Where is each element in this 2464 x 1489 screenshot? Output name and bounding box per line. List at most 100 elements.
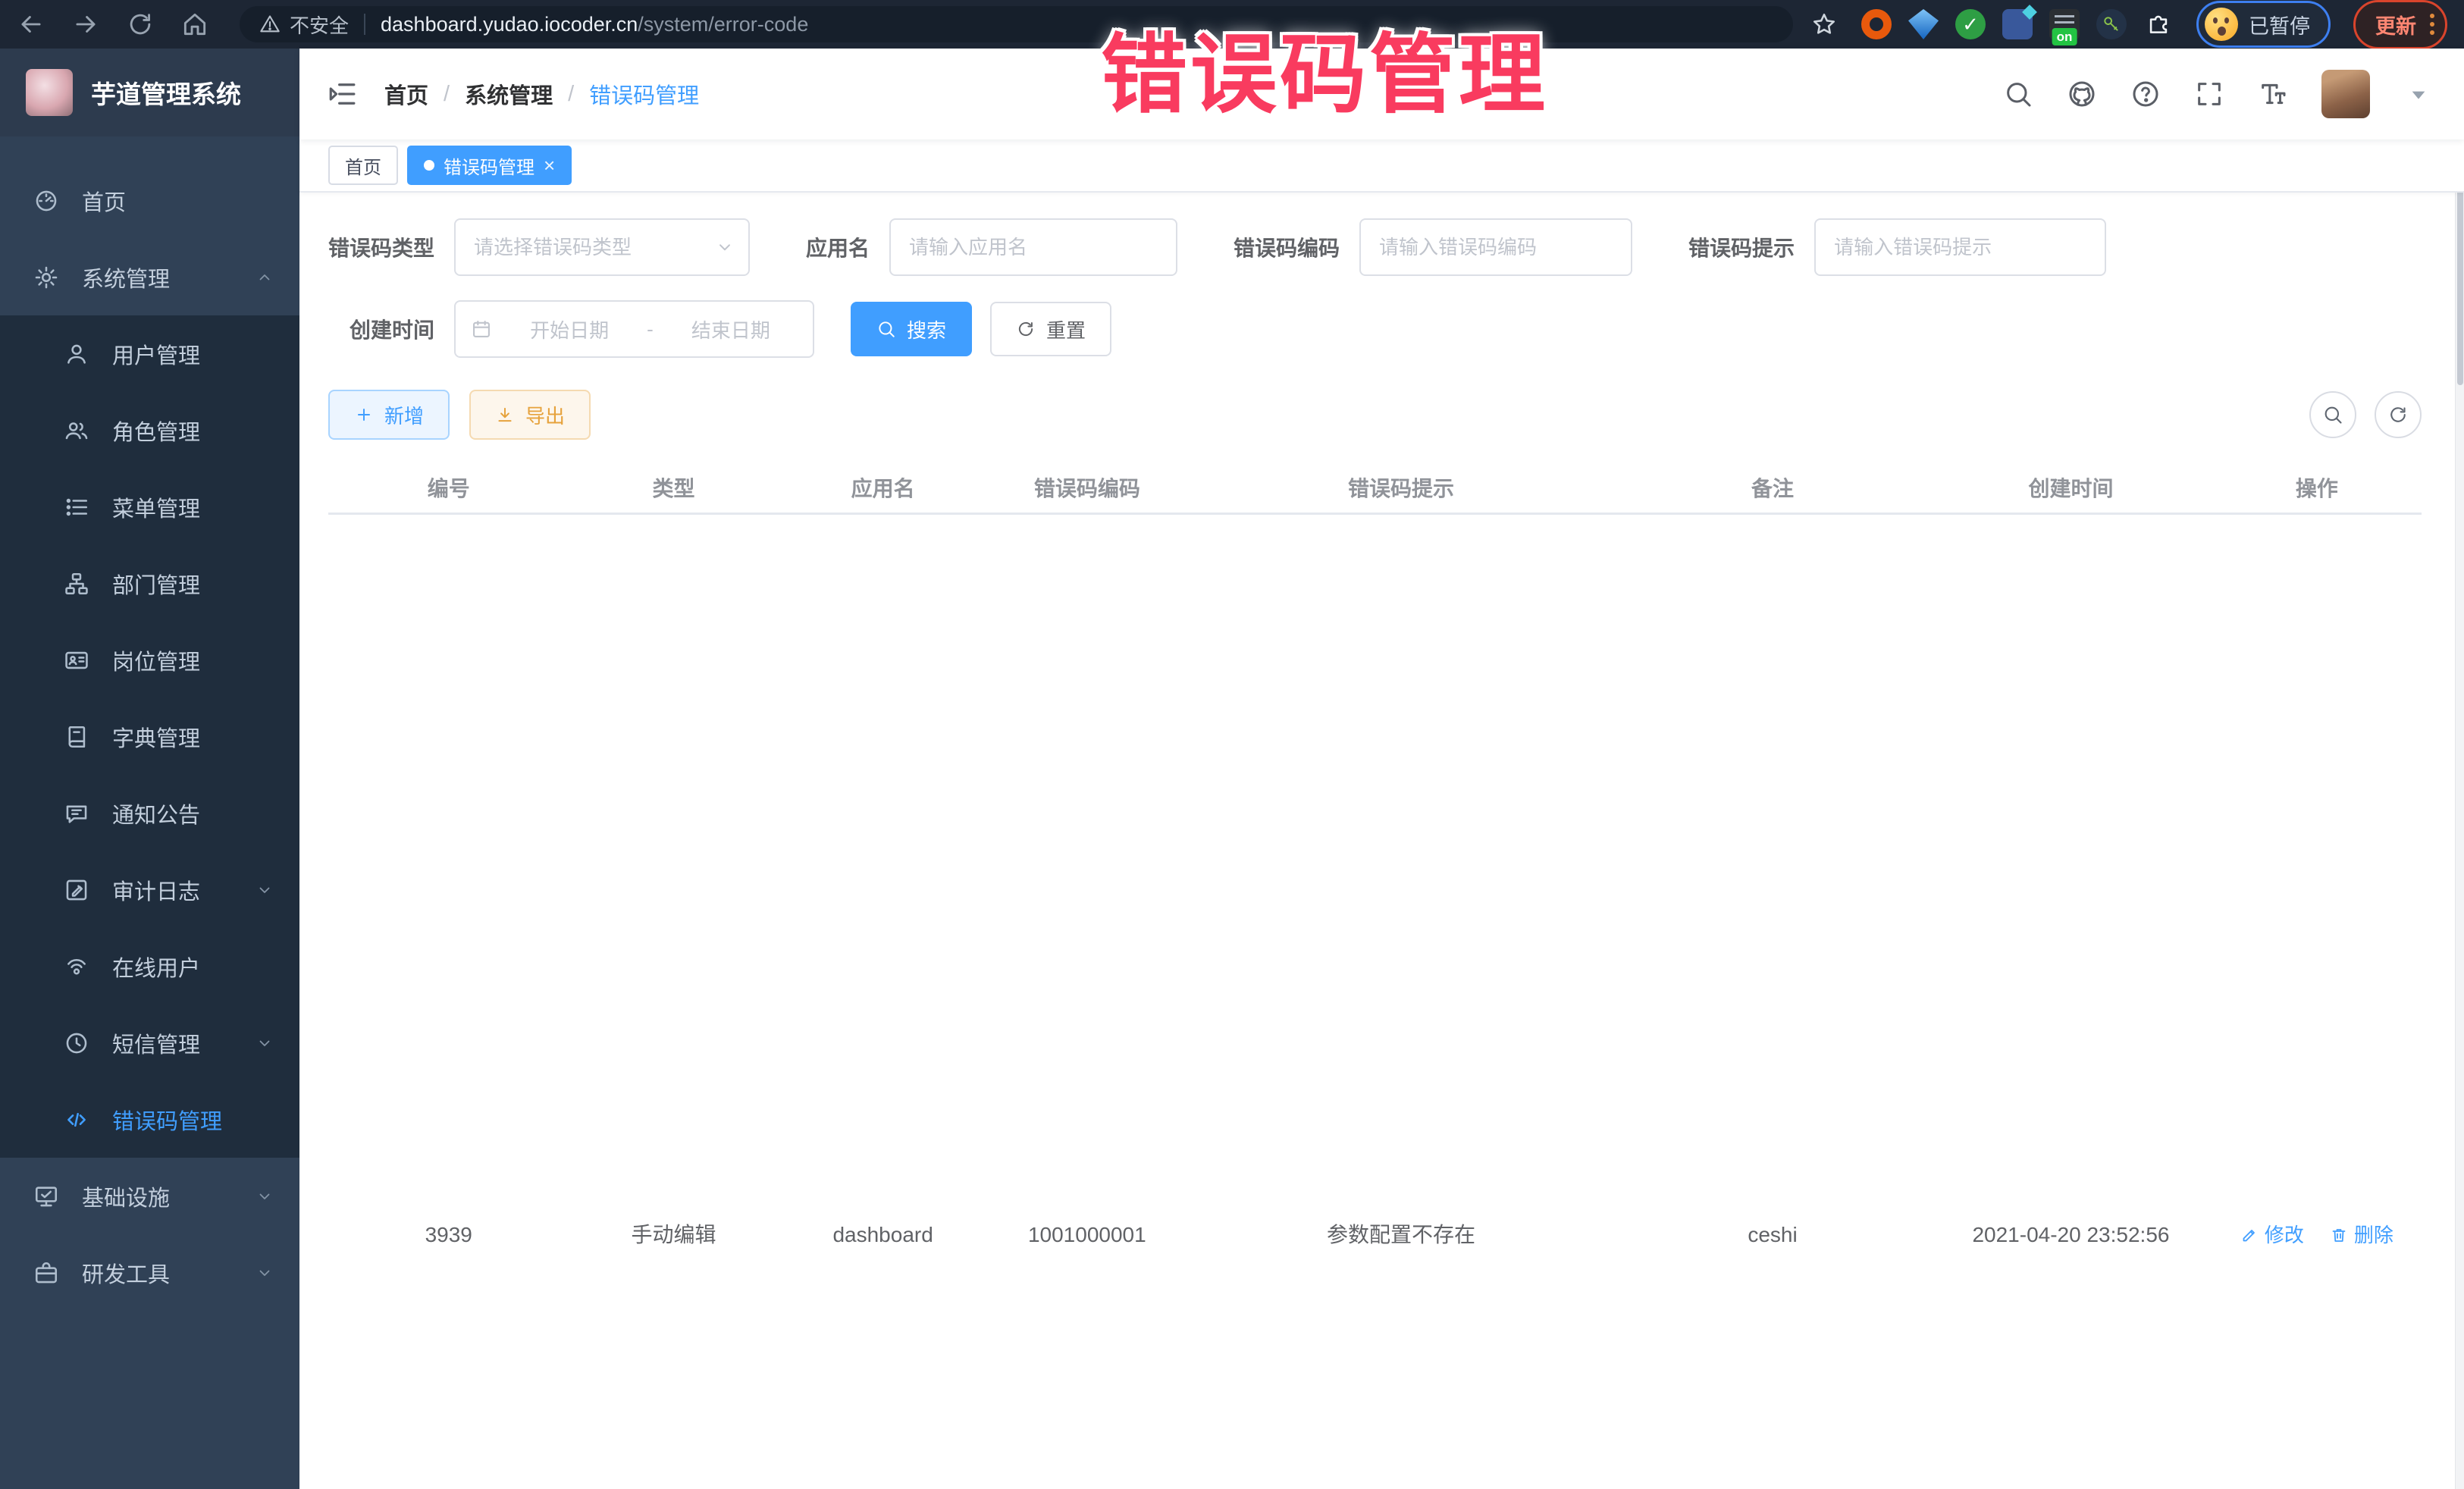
sidebar-item-online-user[interactable]: 在线用户 xyxy=(0,928,299,1005)
dictionary-icon xyxy=(64,724,89,750)
sidebar-item-error-code[interactable]: 错误码管理 xyxy=(0,1081,299,1158)
sidebar-item-label: 基础设施 xyxy=(82,1180,170,1212)
extension-key-icon[interactable] xyxy=(2096,9,2127,39)
profile-paused-badge: 已暂停 xyxy=(2249,10,2310,39)
id-card-icon xyxy=(64,647,89,673)
extension-green-check-icon[interactable]: ✓ xyxy=(1955,9,1986,39)
tags-bar: 首页错误码管理× xyxy=(299,139,2464,193)
sidebar-item-sms[interactable]: 短信管理 xyxy=(0,1005,299,1081)
address-bar[interactable]: 不安全 dashboard.yudao.iocoder.cn /system/e… xyxy=(240,6,1793,42)
filter-type-input[interactable] xyxy=(454,218,750,276)
filter-app-input[interactable] xyxy=(889,218,1177,276)
sidebar-item-announcement[interactable]: 通知公告 xyxy=(0,775,299,851)
extension-blue-puzzle-icon[interactable] xyxy=(2002,9,2033,39)
edit-link-label: 修改 xyxy=(2265,1221,2304,1250)
breadcrumb-item[interactable]: 首页 xyxy=(384,78,428,110)
reset-button[interactable]: 重置 xyxy=(990,302,1111,356)
sidebar-item-users[interactable]: 角色管理 xyxy=(0,392,299,469)
sidebar-item-label: 在线用户 xyxy=(112,951,200,983)
user-avatar[interactable] xyxy=(2321,70,2370,118)
search-button[interactable]: 搜索 xyxy=(851,302,972,356)
browser-reload-icon[interactable] xyxy=(126,10,155,39)
sidebar-logo[interactable]: 芋道管理系统 xyxy=(0,49,299,136)
avatar-caret-down-icon[interactable] xyxy=(2403,79,2434,109)
extension-orange-ring-icon[interactable] xyxy=(1861,9,1892,39)
edit-link[interactable]: 修改 xyxy=(2240,1221,2304,1250)
delete-link[interactable]: 删除 xyxy=(2330,1221,2393,1250)
sidebar-item-id-card[interactable]: 岗位管理 xyxy=(0,622,299,698)
sidebar-item-label: 部门管理 xyxy=(112,568,200,600)
sidebar-item-dashboard[interactable]: 首页 xyxy=(0,162,299,239)
cell-id: 3939 xyxy=(328,515,569,1489)
sidebar-item-menu-list[interactable]: 菜单管理 xyxy=(0,469,299,545)
browser-update-button[interactable]: 更新 xyxy=(2353,0,2447,49)
cell-actions: 修改删除 xyxy=(2212,515,2422,1489)
breadcrumb-item[interactable]: 错误码管理 xyxy=(589,78,699,110)
sidebar-item-label: 审计日志 xyxy=(112,874,200,906)
browser-menu-dots-icon[interactable] xyxy=(2430,14,2434,35)
add-button[interactable]: 新增 xyxy=(328,390,450,440)
sidebar-item-label: 字典管理 xyxy=(112,721,200,753)
browser-home-icon[interactable] xyxy=(180,10,209,39)
chevron-up-icon xyxy=(255,268,274,287)
app-frame: 芋道管理系统 首页系统管理用户管理角色管理菜单管理部门管理岗位管理字典管理通知公… xyxy=(0,49,2464,1489)
column-header: 类型 xyxy=(569,472,779,503)
export-button[interactable]: 导出 xyxy=(469,390,591,440)
extension-dark-icon[interactable]: on xyxy=(2049,9,2080,39)
sidebar-item-infrastructure[interactable]: 基础设施 xyxy=(0,1158,299,1234)
sidebar-collapse-icon[interactable] xyxy=(327,78,359,110)
sidebar-item-dev-tools[interactable]: 研发工具 xyxy=(0,1234,299,1311)
date-range-picker[interactable]: 开始日期 - 结束日期 xyxy=(454,300,814,358)
header-search-icon[interactable] xyxy=(2003,79,2033,109)
tag-close-icon[interactable]: × xyxy=(544,155,555,175)
filter-type-select[interactable] xyxy=(454,218,750,276)
help-icon[interactable] xyxy=(2130,79,2161,109)
page-scrollbar[interactable] xyxy=(2455,49,2464,1489)
column-header: 操作 xyxy=(2212,472,2422,503)
url-divider xyxy=(364,14,365,35)
font-size-icon[interactable] xyxy=(2258,79,2288,109)
column-header: 备注 xyxy=(1616,472,1930,503)
filter-hint-input[interactable] xyxy=(1814,218,2106,276)
sidebar-item-label: 错误码管理 xyxy=(112,1104,222,1136)
breadcrumb-separator: / xyxy=(568,82,574,107)
fullscreen-icon[interactable] xyxy=(2194,79,2224,109)
browser-profile-button[interactable]: 已暂停 xyxy=(2196,1,2331,48)
column-header: 应用名 xyxy=(779,472,988,503)
sidebar-item-gear[interactable]: 系统管理 xyxy=(0,239,299,315)
calendar-icon xyxy=(471,318,492,340)
browser-back-icon[interactable] xyxy=(17,10,45,39)
github-icon[interactable] xyxy=(2067,79,2097,109)
bookmark-star-icon[interactable] xyxy=(1811,11,1837,37)
extensions-puzzle-icon[interactable] xyxy=(2143,9,2174,39)
tag-active[interactable]: 错误码管理× xyxy=(407,146,572,185)
browser-forward-icon[interactable] xyxy=(71,10,100,39)
sidebar-item-dictionary[interactable]: 字典管理 xyxy=(0,698,299,775)
filter-code-input[interactable] xyxy=(1359,218,1632,276)
sidebar-item-audit-log[interactable]: 审计日志 xyxy=(0,851,299,928)
not-secure-warning-icon xyxy=(259,14,281,35)
url-path: /system/error-code xyxy=(638,13,808,36)
cell-type: 手动编辑 xyxy=(569,515,779,1489)
reset-button-label: 重置 xyxy=(1046,315,1086,343)
filter-created: 创建时间 开始日期 - 结束日期 xyxy=(328,300,814,358)
sidebar-item-org-tree[interactable]: 部门管理 xyxy=(0,545,299,622)
sidebar-item-user[interactable]: 用户管理 xyxy=(0,315,299,392)
dashboard-icon xyxy=(33,188,59,214)
extension-blue-gem-icon[interactable] xyxy=(1908,9,1939,39)
cell-code: 1001000001 xyxy=(988,515,1187,1489)
chevron-down-icon xyxy=(255,1187,274,1205)
chevron-down-icon xyxy=(255,1034,274,1052)
plus-icon xyxy=(354,405,374,425)
breadcrumb-item[interactable]: 系统管理 xyxy=(465,78,553,110)
tag-item[interactable]: 首页 xyxy=(328,146,398,185)
show-search-icon[interactable] xyxy=(2309,391,2356,438)
extension-on-badge: on xyxy=(2052,28,2077,45)
menu-list-icon xyxy=(64,494,89,520)
table-head: 编号类型应用名错误码编码错误码提示备注创建时间操作 xyxy=(328,462,2422,513)
toolbar-right xyxy=(2309,391,2422,438)
refresh-table-icon[interactable] xyxy=(2375,391,2422,438)
chevron-down-icon xyxy=(255,881,274,899)
breadcrumb-separator: / xyxy=(444,82,450,107)
filter-hint-label: 错误码提示 xyxy=(1688,232,1795,262)
